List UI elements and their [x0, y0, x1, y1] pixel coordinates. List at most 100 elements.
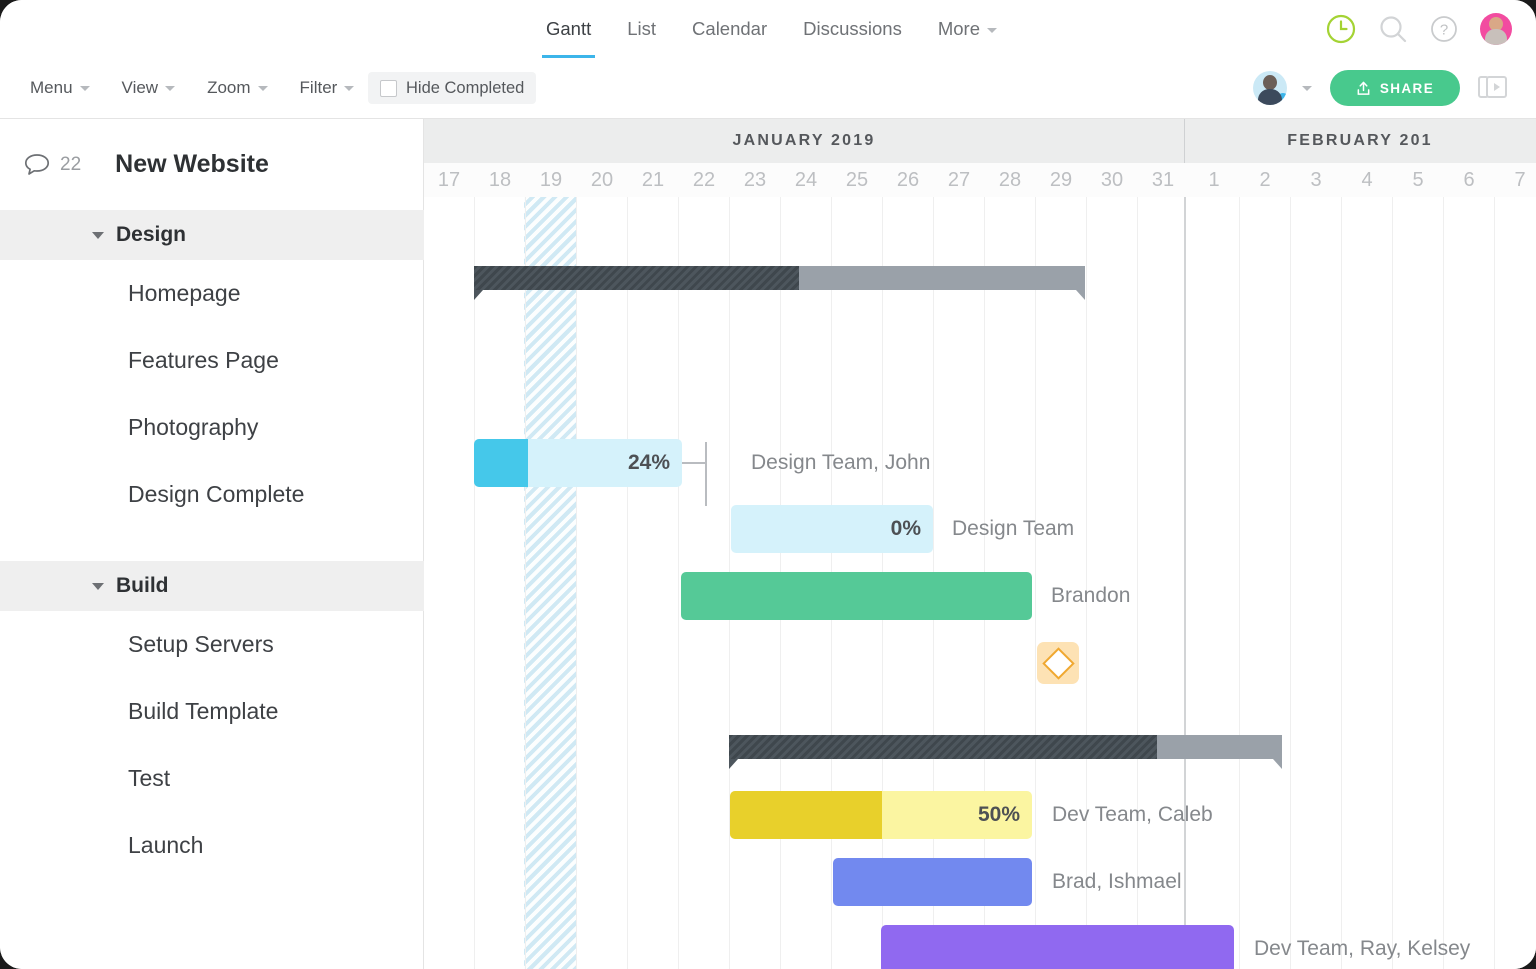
grid-line: [1239, 197, 1240, 969]
chevron-down-icon[interactable]: [92, 583, 104, 590]
tab-more[interactable]: More: [920, 0, 1015, 58]
sidebar-item-label: Homepage: [128, 280, 241, 307]
filter-button-label: Filter: [300, 78, 338, 97]
gantt-milestone-design-complete[interactable]: [1037, 642, 1079, 684]
gantt-bar-homepage[interactable]: 24%: [474, 439, 682, 487]
day-tick: 7: [1495, 163, 1536, 197]
collaborator-avatars[interactable]: [1253, 71, 1312, 105]
day-tick: 24: [781, 163, 831, 197]
dependency-link-segment: [705, 462, 707, 506]
grid-line: [1137, 197, 1138, 969]
menu-button-label: Menu: [30, 78, 73, 97]
sidebar-item-label: Features Page: [128, 347, 279, 374]
gantt-assignee-setup-servers: Dev Team, Caleb: [1052, 791, 1213, 839]
gantt-bar-features-page[interactable]: 0%: [731, 505, 933, 553]
share-button[interactable]: SHARE: [1330, 70, 1460, 106]
summary-remaining: [1157, 735, 1282, 759]
chevron-down-icon: [258, 86, 268, 91]
menu-button[interactable]: Menu: [30, 78, 122, 98]
day-tick: 19: [526, 163, 576, 197]
grid-line: [627, 197, 628, 969]
nav-tabs: Gantt List Calendar Discussions More: [528, 0, 1015, 58]
summary-progress: [474, 266, 799, 290]
day-tick: 26: [883, 163, 933, 197]
day-tick: 4: [1342, 163, 1392, 197]
grid-line: [576, 197, 577, 969]
gantt-bar-setup-servers[interactable]: 50%: [730, 791, 1032, 839]
sidebar-item-test[interactable]: Test: [0, 745, 424, 812]
project-header: 22 New Website: [0, 119, 424, 210]
view-button-label: View: [122, 78, 159, 97]
sidebar-item-launch[interactable]: Launch: [0, 812, 424, 879]
gantt-chart: JANUARY 2019 FEBRUARY 201 17 18 19 20 21…: [424, 119, 1536, 969]
gantt-summary-design[interactable]: [474, 266, 1085, 290]
sidebar-item-design-complete[interactable]: Design Complete: [0, 461, 424, 528]
grid-line: [525, 197, 526, 969]
day-tick: 1: [1189, 163, 1239, 197]
gantt-assignee-photography: Brandon: [1051, 572, 1130, 620]
gantt-bar-percent: 50%: [978, 791, 1020, 839]
gantt-assignee-test: Dev Team, Ray, Kelsey: [1254, 925, 1470, 969]
chevron-down-icon[interactable]: [1302, 86, 1312, 91]
day-tick: 6: [1444, 163, 1494, 197]
gantt-bar-progress: [730, 791, 882, 839]
day-tick: 17: [424, 163, 474, 197]
summary-cap-left: [474, 290, 483, 300]
day-tick: 5: [1393, 163, 1443, 197]
chevron-down-icon[interactable]: [92, 232, 104, 239]
day-tick: 21: [628, 163, 678, 197]
tab-list[interactable]: List: [609, 0, 674, 58]
view-button[interactable]: View: [122, 78, 208, 98]
tab-gantt[interactable]: Gantt: [528, 0, 609, 58]
sidebar-group-build[interactable]: Build: [0, 561, 424, 611]
sidebar-group-label: Design: [116, 223, 186, 247]
sidebar-item-homepage[interactable]: Homepage: [0, 260, 424, 327]
chevron-down-icon: [344, 86, 354, 91]
summary-cap-right: [1076, 290, 1085, 300]
day-tick: 25: [832, 163, 882, 197]
grid-line: [678, 197, 679, 969]
avatar[interactable]: [1253, 71, 1287, 105]
gantt-bar-test[interactable]: [881, 925, 1234, 969]
clock-icon[interactable]: [1326, 14, 1356, 44]
grid-line: [1341, 197, 1342, 969]
tab-discussions-label: Discussions: [803, 18, 902, 39]
gantt-bar-percent: 0%: [891, 505, 921, 553]
hide-completed-toggle[interactable]: Hide Completed: [368, 72, 536, 104]
tab-more-label: More: [938, 18, 980, 39]
tab-calendar[interactable]: Calendar: [674, 0, 785, 58]
sidebar-item-label: Setup Servers: [128, 631, 274, 658]
day-tick: 31: [1138, 163, 1188, 197]
search-icon[interactable]: [1378, 14, 1408, 44]
gantt-assignee-build-template: Brad, Ishmael: [1052, 858, 1182, 906]
grid-line: [1443, 197, 1444, 969]
tab-discussions[interactable]: Discussions: [785, 0, 920, 58]
hide-completed-checkbox[interactable]: [380, 80, 397, 97]
day-tick: 27: [934, 163, 984, 197]
dependency-link-segment: [705, 442, 707, 464]
zoom-button[interactable]: Zoom: [207, 78, 299, 98]
gantt-summary-build[interactable]: [729, 735, 1282, 759]
presentation-icon[interactable]: [1478, 74, 1508, 102]
sidebar-group-design[interactable]: Design: [0, 210, 424, 260]
upload-icon: [1356, 81, 1371, 96]
sidebar-item-label: Build Template: [128, 698, 278, 725]
gantt-bar-build-template[interactable]: [833, 858, 1032, 906]
summary-cap-right: [1273, 759, 1282, 769]
sidebar-item-setup-servers[interactable]: Setup Servers: [0, 611, 424, 678]
sidebar-item-features-page[interactable]: Features Page: [0, 327, 424, 394]
sidebar-item-photography[interactable]: Photography: [0, 394, 424, 461]
gantt-canvas[interactable]: 24% Design Team, John 0% Design Team Bra…: [424, 197, 1536, 969]
summary-progress: [729, 735, 1157, 759]
gantt-bar-photography[interactable]: [681, 572, 1032, 620]
tab-list-label: List: [627, 18, 656, 39]
sidebar-item-build-template[interactable]: Build Template: [0, 678, 424, 745]
user-avatar[interactable]: [1480, 13, 1512, 45]
tab-gantt-label: Gantt: [546, 18, 591, 39]
help-icon[interactable]: ?: [1430, 15, 1458, 43]
month-label-january: JANUARY 2019: [424, 119, 1184, 163]
comment-count: 22: [60, 154, 81, 176]
day-tick: 28: [985, 163, 1035, 197]
sidebar-item-label: Test: [128, 765, 170, 792]
grid-line: [1392, 197, 1393, 969]
